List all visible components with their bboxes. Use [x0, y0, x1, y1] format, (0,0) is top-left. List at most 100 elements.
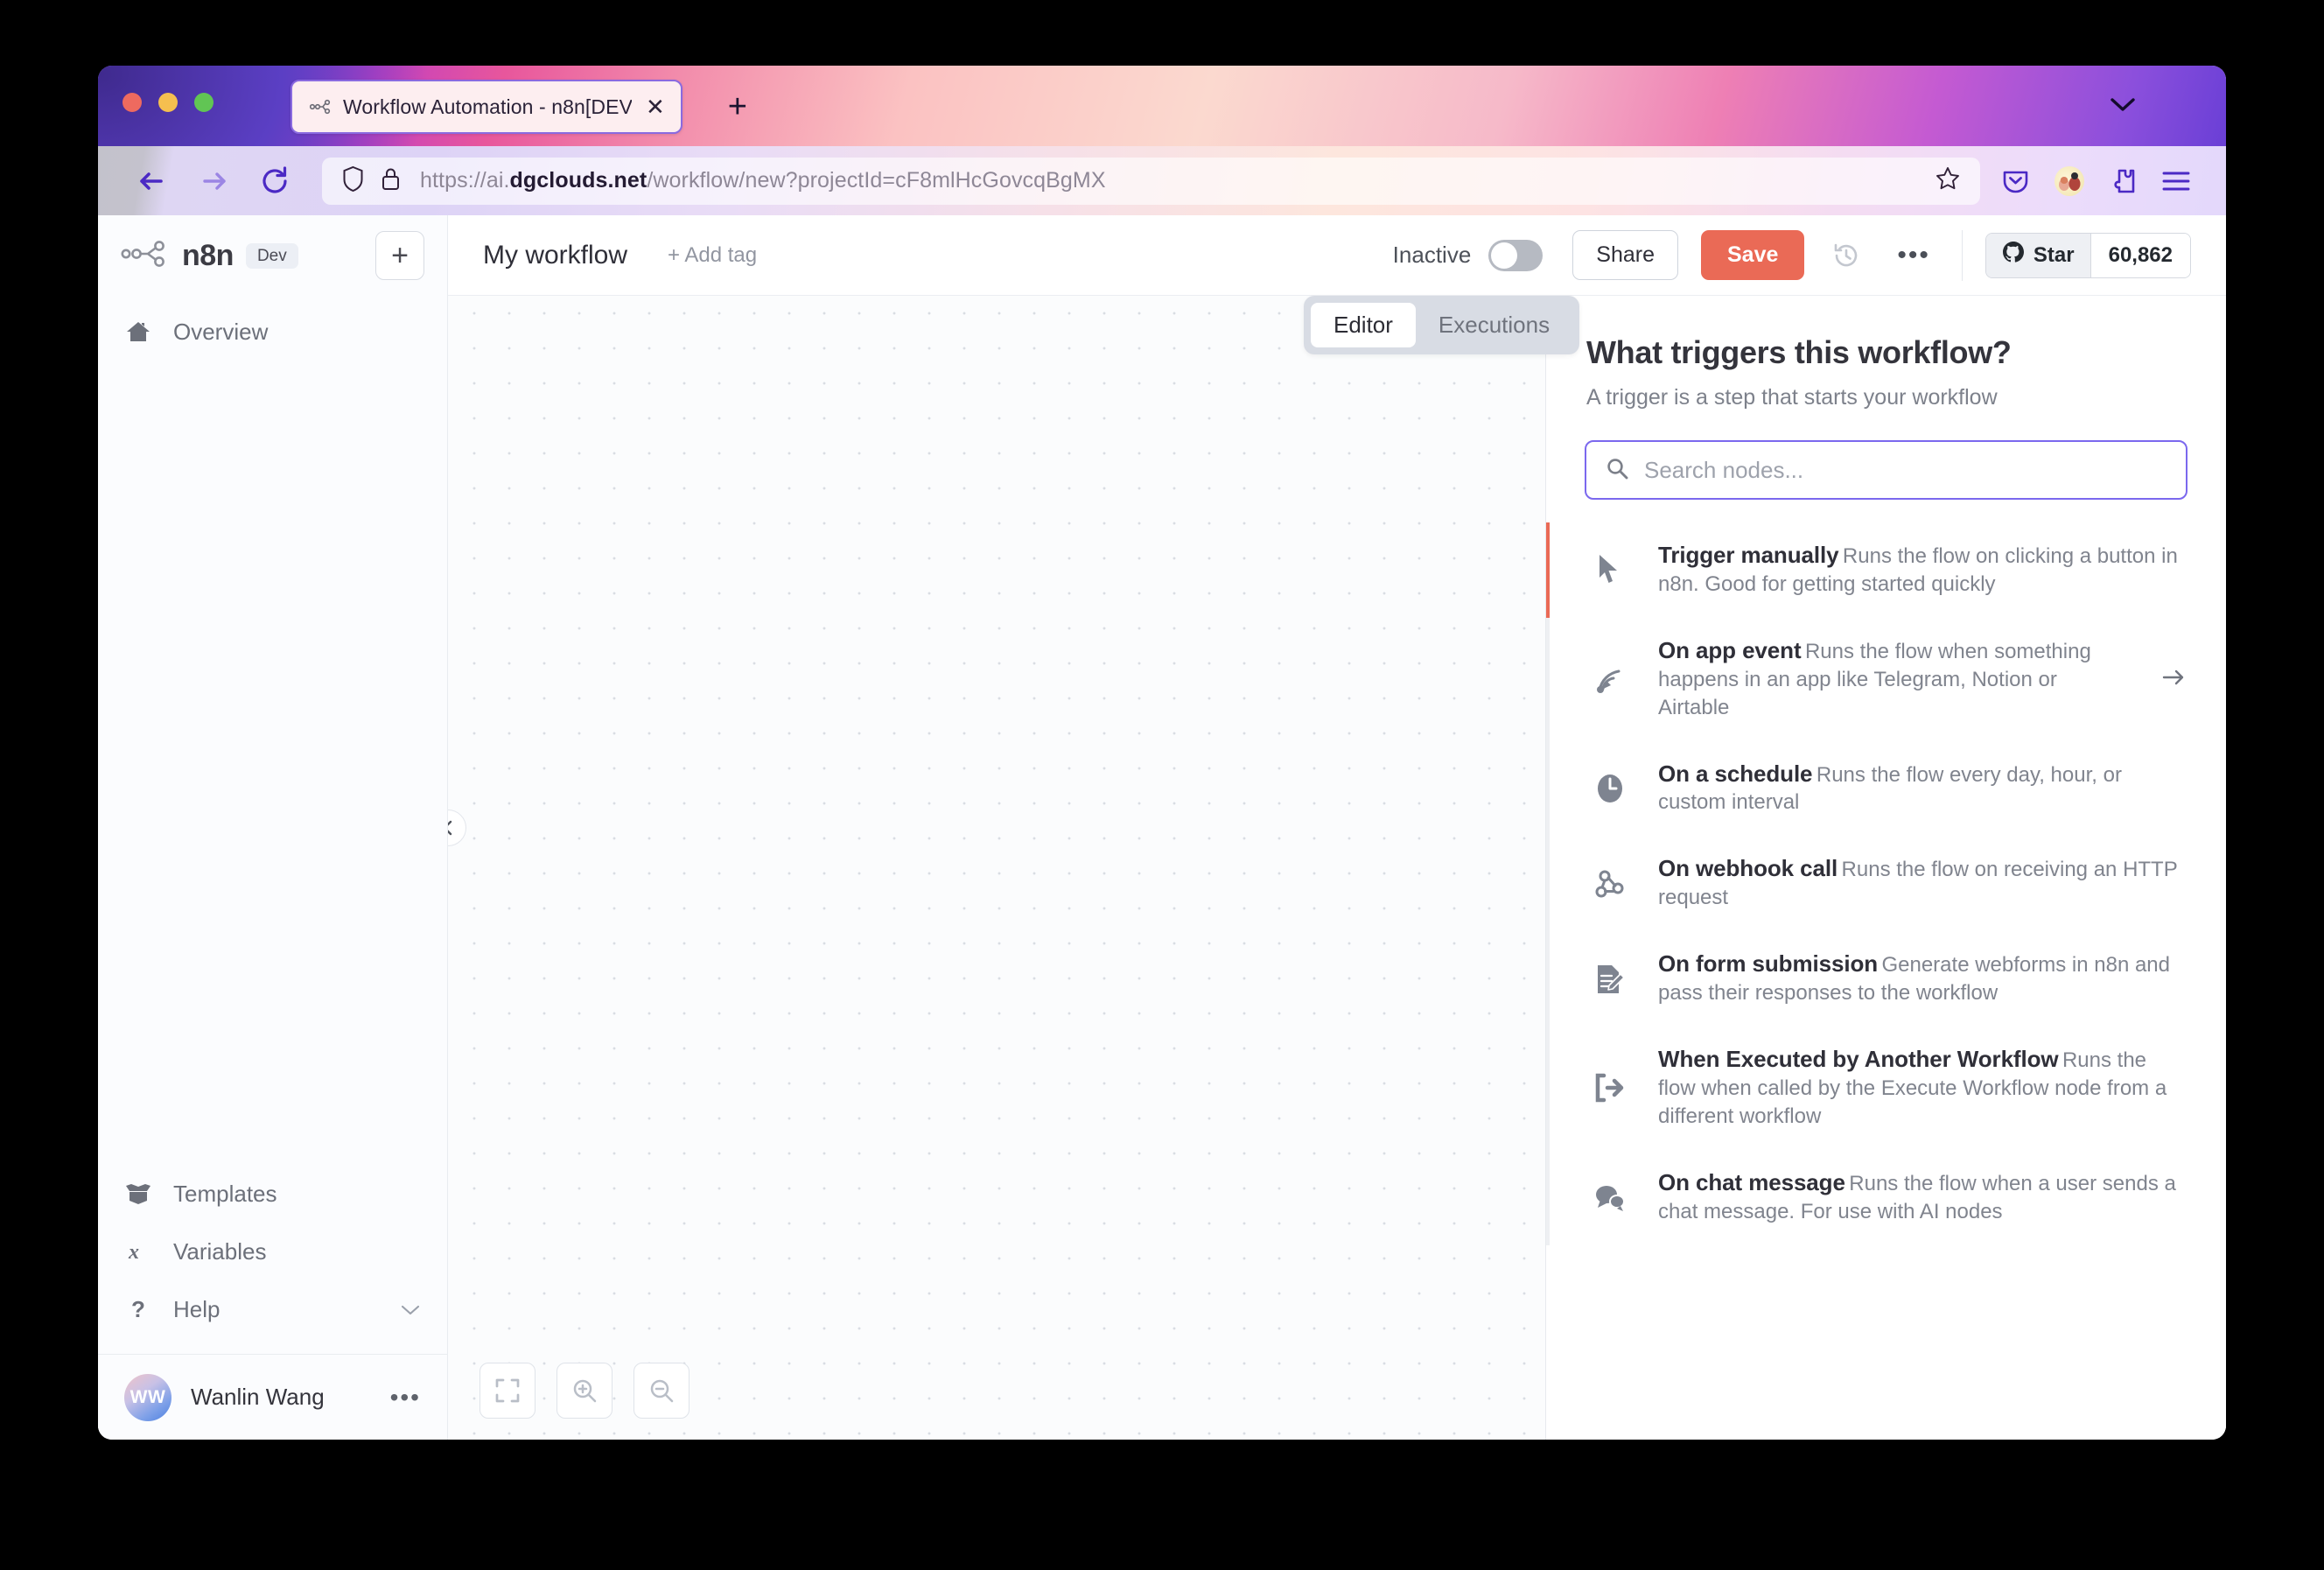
avatar: WW [124, 1373, 172, 1421]
pocket-icon[interactable] [2001, 166, 2030, 195]
bookmark-star-icon[interactable] [1919, 165, 1961, 196]
n8n-logo-text: n8n [182, 238, 234, 272]
save-button[interactable]: Save [1701, 230, 1805, 280]
sidebar-item-label: Templates [173, 1180, 277, 1207]
node-title: On chat message [1658, 1168, 1845, 1195]
list-item[interactable]: On a schedule Runs the flow every day, h… [1546, 740, 2226, 837]
new-tab-button[interactable]: + [719, 87, 756, 127]
search-input[interactable] [1644, 456, 2166, 484]
browser-titlebar: Workflow Automation - n8n[DEV ✕ + [98, 66, 2226, 146]
n8n-favicon [309, 99, 332, 115]
share-button[interactable]: Share [1572, 230, 1678, 280]
list-item-text: On app event Runs the flow when somethin… [1658, 637, 2123, 722]
sidebar-item-templates[interactable]: Templates [98, 1165, 447, 1223]
extensions-icon[interactable] [2109, 167, 2137, 195]
sidebar-item-variables[interactable]: x Variables [98, 1223, 447, 1280]
sign-out-icon [1588, 1073, 1632, 1103]
back-icon[interactable] [128, 157, 177, 206]
workflow-name[interactable]: My workflow [483, 241, 627, 270]
workflow-active-toggle[interactable] [1488, 239, 1544, 271]
satellite-dish-icon [1588, 662, 1632, 696]
profile-avatar-icon[interactable] [2054, 165, 2084, 196]
sidebar-header: n8n Dev + [98, 215, 447, 296]
list-item[interactable]: On chat message Runs the flow when a use… [1546, 1149, 2226, 1245]
shield-icon[interactable] [341, 165, 365, 197]
list-item-text: On webhook call Runs the flow on receivi… [1658, 855, 2186, 912]
menu-icon[interactable] [2161, 170, 2191, 193]
node-title: When Executed by Another Workflow [1658, 1045, 2059, 1072]
workflow-history-icon[interactable] [1824, 235, 1869, 277]
page-title: What triggers this workflow? [1586, 334, 2012, 370]
browser-tab[interactable]: Workflow Automation - n8n[DEV ✕ [290, 80, 682, 134]
lock-icon[interactable] [381, 166, 401, 196]
panel-subtitle: A trigger is a step that starts your wor… [1586, 385, 1998, 410]
dev-badge: Dev [245, 242, 298, 269]
node-title: On form submission [1658, 950, 1879, 978]
chevron-right-icon[interactable] [2161, 668, 2186, 691]
box-icon [124, 1181, 152, 1206]
list-item-text: On chat message Runs the flow when a use… [1658, 1169, 2186, 1226]
list-item[interactable]: Trigger manually Runs the flow on clicki… [1546, 522, 2226, 618]
workflow-canvas[interactable] [448, 215, 1545, 1440]
list-item[interactable]: On app event Runs the flow when somethin… [1546, 617, 2226, 741]
window-minimize-button[interactable] [158, 93, 178, 112]
tab-editor[interactable]: Editor [1311, 303, 1416, 347]
list-item[interactable]: On form submission Generate webforms in … [1546, 931, 2226, 1027]
n8n-logo[interactable]: n8n Dev [121, 239, 365, 273]
user-name: Wanlin Wang [191, 1384, 325, 1410]
browser-toolbar-icons [2001, 165, 2191, 196]
github-star-label: Star [2033, 242, 2075, 267]
n8n-app: n8n Dev + Overview Templates x Variables… [98, 215, 2226, 1440]
sidebar-item-overview[interactable]: Overview [98, 303, 447, 361]
url-text: https://ai.dgclouds.net/workflow/new?pro… [420, 168, 1106, 193]
user-menu[interactable]: WW Wanlin Wang ••• [98, 1354, 447, 1440]
node-title: On app event [1658, 636, 1802, 663]
list-item-text: On a schedule Runs the flow every day, h… [1658, 760, 2186, 817]
tab-executions[interactable]: Executions [1416, 303, 1572, 347]
search-wrapper [1546, 410, 2226, 500]
close-icon[interactable]: ✕ [642, 94, 668, 120]
zoom-in-button[interactable] [556, 1363, 612, 1419]
browser-tab-title: Workflow Automation - n8n[DEV [343, 95, 632, 118]
chat-bubble-icon [1588, 1182, 1632, 1212]
window-close-button[interactable] [122, 93, 142, 112]
sidebar-item-label: Overview [173, 318, 269, 345]
url-path: /workflow/new?projectId=cF8mlHcGovcqBgMX [647, 168, 1106, 193]
home-icon [124, 319, 152, 344]
node-title: On a schedule [1658, 760, 1813, 787]
zoom-out-button[interactable] [634, 1363, 690, 1419]
sidebar-item-label: Help [173, 1295, 220, 1322]
forward-icon[interactable] [189, 157, 238, 206]
user-more-icon[interactable]: ••• [390, 1384, 421, 1410]
workflow-more-button[interactable]: ••• [1881, 234, 1946, 277]
workflow-active-toggle-group[interactable]: Inactive [1393, 239, 1544, 271]
new-workflow-button[interactable]: + [375, 231, 424, 280]
sidebar-item-help[interactable]: ? Help [98, 1280, 447, 1338]
sidebar-nav-top: Overview [98, 303, 447, 361]
list-item[interactable]: On webhook call Runs the flow on receivi… [1546, 836, 2226, 932]
node-creator-panel: What triggers this workflow? A trigger i… [1545, 215, 2226, 1440]
github-star-label-group[interactable]: Star [1985, 233, 2090, 277]
list-item-text: On form submission Generate webforms in … [1658, 950, 2186, 1007]
workflow-header-actions: Inactive Share Save ••• Star 60,862 [1393, 229, 2226, 281]
window-maximize-button[interactable] [194, 93, 214, 112]
n8n-logo-icon [121, 240, 170, 271]
variable-x-icon: x [124, 1239, 152, 1264]
add-tag-button[interactable]: + Add tag [668, 243, 757, 268]
form-edit-icon [1588, 962, 1632, 997]
svg-text:x: x [128, 1241, 139, 1264]
list-item[interactable]: When Executed by Another Workflow Runs t… [1546, 1026, 2226, 1150]
fit-to-view-button[interactable] [480, 1363, 536, 1419]
chevron-down-icon[interactable] [2107, 95, 2138, 119]
reload-icon[interactable] [250, 157, 299, 206]
header-divider [1961, 229, 1963, 281]
chevron-down-icon [400, 1296, 421, 1323]
node-title: On webhook call [1658, 855, 1838, 882]
github-star-button[interactable]: Star 60,862 [1984, 232, 2191, 278]
canvas-dot-grid [448, 215, 1545, 1440]
search-box[interactable] [1585, 440, 2188, 500]
url-scheme: https://ai. [420, 168, 510, 193]
url-bar[interactable]: https://ai.dgclouds.net/workflow/new?pro… [322, 157, 1980, 205]
node-title: Trigger manually [1658, 542, 1839, 568]
github-star-count: 60,862 [2090, 233, 2190, 277]
